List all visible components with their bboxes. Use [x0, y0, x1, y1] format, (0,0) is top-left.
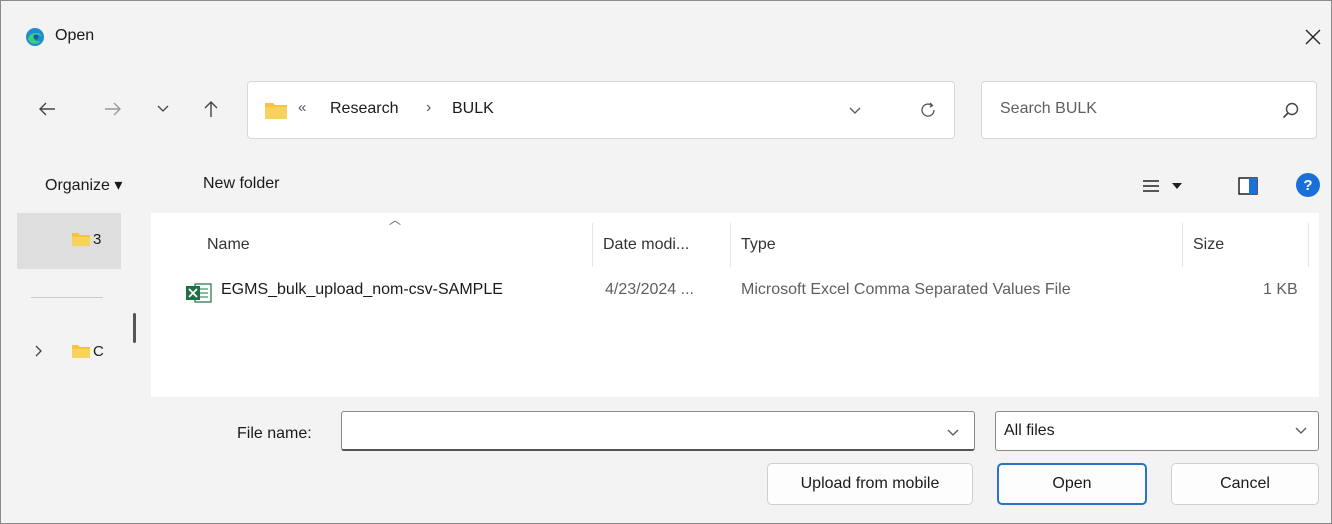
file-type-value: All files [1004, 422, 1055, 439]
file-date: 4/23/2024 ... [605, 281, 694, 298]
file-name-label: File name: [237, 425, 312, 442]
list-view-icon [1143, 180, 1159, 192]
caret-down-icon [1172, 183, 1182, 189]
column-header-label: Type [741, 236, 776, 253]
nav-item-selected[interactable]: 3 [17, 213, 121, 269]
dialog-title: Open [55, 27, 95, 44]
file-type: Microsoft Excel Comma Separated Values F… [741, 281, 1071, 298]
excel-csv-icon [186, 283, 212, 303]
file-name-field[interactable] [341, 411, 975, 451]
address-bar[interactable]: « Research › BULK [247, 81, 955, 139]
nav-scrollbar[interactable] [133, 313, 136, 343]
up-button[interactable] [195, 93, 227, 125]
upload-from-mobile-button[interactable]: Upload from mobile [767, 463, 973, 505]
chevron-down-icon [157, 105, 169, 112]
file-list: ︿ Name Date modi... Type Size EGMS_bulk_… [151, 213, 1319, 397]
forward-button[interactable] [97, 93, 129, 125]
file-row[interactable]: EGMS_bulk_upload_nom-csv-SAMPLE 4/23/202… [181, 275, 1309, 309]
file-size: 1 KB [1263, 281, 1298, 298]
arrow-left-icon [39, 102, 55, 116]
edge-browser-icon [26, 28, 44, 46]
refresh-icon [921, 102, 935, 117]
search-input[interactable]: Search BULK [981, 81, 1317, 139]
nav-divider [31, 297, 103, 298]
column-header-label: Size [1193, 236, 1225, 253]
nav-item-c[interactable]: C [17, 335, 121, 369]
open-file-dialog: Open « Research › BULK Search BULK Organ… [0, 0, 1332, 524]
file-type-select[interactable]: All files [995, 411, 1319, 451]
folder-icon [72, 345, 90, 358]
arrow-right-icon [105, 102, 121, 116]
column-header-size[interactable]: Size [1183, 223, 1309, 267]
refresh-button[interactable] [916, 98, 940, 122]
question-mark-icon: ? [1303, 176, 1313, 194]
chevron-right-icon[interactable] [35, 345, 43, 357]
column-header-name[interactable]: Name [197, 223, 593, 267]
breadcrumb-overflow[interactable]: « [298, 99, 306, 116]
open-button[interactable]: Open [997, 463, 1147, 505]
preview-pane-icon[interactable] [1237, 175, 1259, 197]
change-view-button[interactable] [1141, 173, 1201, 199]
new-folder-button[interactable]: New folder [203, 175, 279, 193]
arrow-up-icon [204, 101, 218, 117]
chevron-down-icon [1292, 422, 1310, 440]
chevron-down-icon [849, 107, 861, 114]
command-bar: Organize ▾ New folder ? [1, 161, 1331, 213]
search-placeholder: Search BULK [1000, 100, 1097, 117]
column-header-label: Name [207, 236, 250, 253]
breadcrumb-bulk[interactable]: BULK [452, 100, 494, 118]
recent-locations-button[interactable] [147, 93, 179, 125]
address-history-dropdown[interactable] [844, 100, 866, 122]
breadcrumb-research[interactable]: Research [330, 100, 398, 118]
file-name-dropdown[interactable] [943, 423, 963, 443]
nav-item-label: C [93, 343, 104, 360]
title-bar: Open [1, 1, 1331, 73]
close-button[interactable] [1295, 19, 1331, 55]
folder-icon [265, 103, 287, 119]
breadcrumb-separator[interactable]: › [426, 99, 431, 117]
organize-menu-button[interactable]: Organize ▾ [45, 175, 122, 195]
folder-icon [72, 233, 90, 246]
back-button[interactable] [31, 93, 63, 125]
dialog-footer: File name: All files Upload from mobile … [1, 397, 1331, 523]
column-header-type[interactable]: Type [731, 223, 1183, 267]
close-icon [1305, 29, 1321, 45]
file-name: EGMS_bulk_upload_nom-csv-SAMPLE [221, 281, 503, 298]
help-button[interactable]: ? [1296, 173, 1320, 197]
cancel-button[interactable]: Cancel [1171, 463, 1319, 505]
column-header-date[interactable]: Date modi... [593, 223, 731, 267]
search-icon [1282, 102, 1299, 119]
chevron-down-icon [947, 429, 959, 436]
column-header-label: Date modi... [603, 236, 690, 253]
navigation-pane: 3 C [17, 213, 136, 397]
nav-item-label: 3 [93, 231, 102, 248]
